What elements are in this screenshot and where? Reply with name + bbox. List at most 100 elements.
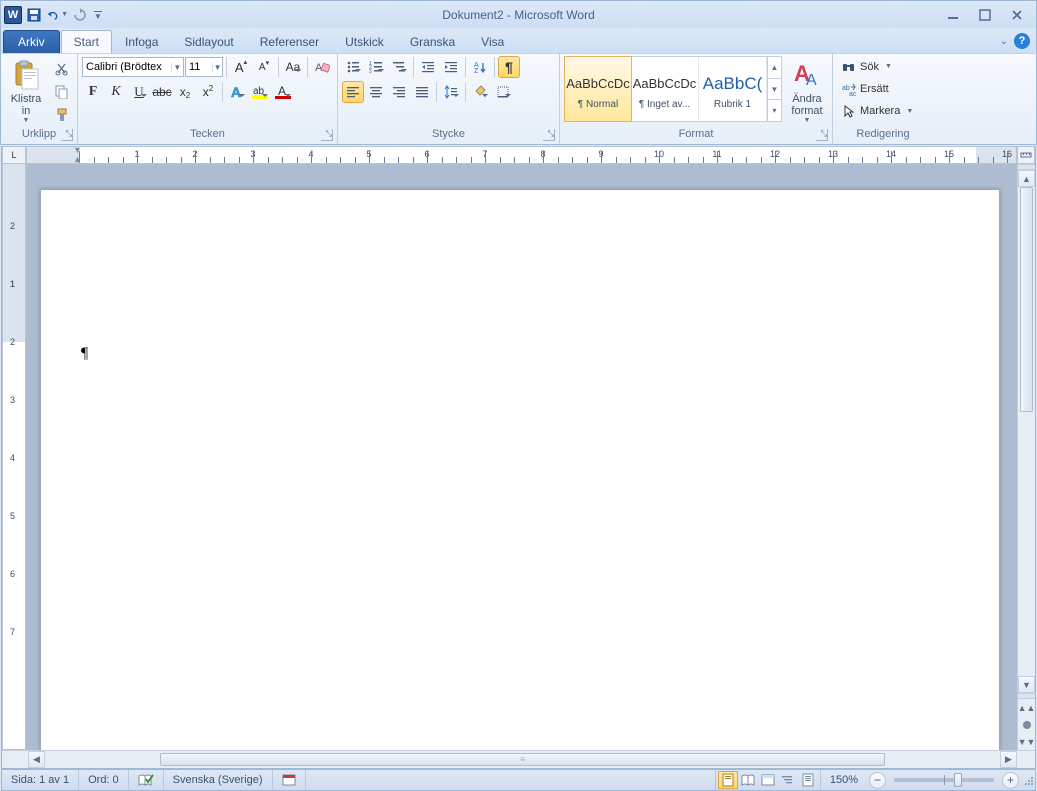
scroll-down-button[interactable]: ▼ <box>1018 676 1035 693</box>
italic-button[interactable]: K <box>105 81 127 103</box>
cut-button[interactable] <box>51 58 73 80</box>
shading-button[interactable] <box>469 81 491 103</box>
vscroll-thumb[interactable] <box>1020 187 1033 412</box>
grow-font-button[interactable]: A▴ <box>230 56 252 78</box>
highlight-button[interactable]: ab <box>249 81 271 103</box>
scroll-left-button[interactable]: ◀ <box>28 751 45 768</box>
gallery-up-button[interactable]: ▲ <box>768 57 781 79</box>
text-effects-button[interactable]: A <box>226 81 248 103</box>
styles-launcher[interactable]: ⤡ <box>816 129 828 141</box>
select-button[interactable]: Markera ▼ <box>837 101 918 121</box>
zoom-in-button[interactable]: + <box>1002 772 1019 789</box>
word-app-icon[interactable]: W <box>4 6 22 24</box>
undo-button[interactable]: ▼ <box>46 4 68 26</box>
page-status[interactable]: Sida: 1 av 1 <box>2 770 79 790</box>
minimize-ribbon-button[interactable]: ⌄ <box>1000 36 1008 47</box>
vertical-ruler[interactable]: 123456721 <box>2 164 26 750</box>
qat-customize-button[interactable]: ▼ <box>92 4 104 26</box>
resize-grip[interactable] <box>1021 774 1035 786</box>
tab-utskick[interactable]: Utskick <box>332 30 397 53</box>
increase-indent-button[interactable] <box>440 56 462 78</box>
maximize-button[interactable] <box>974 7 996 23</box>
font-color-button[interactable]: A <box>272 81 294 103</box>
font-launcher[interactable]: ⤡ <box>321 129 333 141</box>
web-layout-view-button[interactable] <box>758 771 778 789</box>
tab-referenser[interactable]: Referenser <box>247 30 332 53</box>
format-painter-button[interactable] <box>51 104 73 126</box>
gallery-scrollbar[interactable]: ▲ ▼ ▾ <box>767 57 781 121</box>
tab-sidlayout[interactable]: Sidlayout <box>171 30 246 53</box>
help-button[interactable]: ? <box>1014 33 1030 49</box>
tab-visa[interactable]: Visa <box>468 30 517 53</box>
shrink-font-button[interactable]: A▾ <box>253 56 275 78</box>
change-case-button[interactable]: Aa <box>282 56 304 78</box>
underline-button[interactable]: U <box>128 81 150 103</box>
style-item[interactable]: AaBbCcDc¶ Normal <box>564 56 632 122</box>
print-layout-view-button[interactable] <box>718 771 738 789</box>
zoom-slider[interactable] <box>894 778 994 782</box>
borders-button[interactable] <box>492 81 514 103</box>
style-item[interactable]: AaBbC(Rubrik 1 <box>699 57 767 121</box>
gallery-down-button[interactable]: ▼ <box>768 79 781 101</box>
clipboard-launcher[interactable]: ⤡ <box>61 129 73 141</box>
document-area[interactable]: ¶ <box>26 164 1017 750</box>
select-browse-object-button[interactable] <box>1018 716 1035 733</box>
sort-button[interactable]: AZ <box>469 56 491 78</box>
superscript-button[interactable]: x2 <box>197 81 219 103</box>
styles-gallery[interactable]: AaBbCcDc¶ NormalAaBbCcDc¶ Inget av...AaB… <box>564 56 782 122</box>
prev-page-button[interactable]: ▲▲ <box>1018 699 1035 716</box>
bullets-button[interactable] <box>342 56 364 78</box>
word-count[interactable]: Ord: 0 <box>79 770 129 790</box>
align-left-button[interactable] <box>342 81 364 103</box>
clear-formatting-button[interactable]: A <box>311 56 333 78</box>
vertical-scrollbar[interactable]: ▲ ▼ ▲▲ ▼▼ <box>1017 164 1035 750</box>
show-paragraph-marks-button[interactable]: ¶ <box>498 56 520 78</box>
tab-selector[interactable]: L <box>2 146 26 164</box>
draft-view-button[interactable] <box>798 771 818 789</box>
redo-button[interactable] <box>69 4 91 26</box>
justify-button[interactable] <box>411 81 433 103</box>
zoom-level[interactable]: 150% <box>821 770 867 790</box>
paste-button[interactable]: Klistra in ▼ <box>5 56 47 127</box>
change-styles-button[interactable]: AA Ändra format ▼ <box>786 56 828 127</box>
subscript-button[interactable]: x2 <box>174 81 196 103</box>
align-center-button[interactable] <box>365 81 387 103</box>
zoom-out-button[interactable]: − <box>869 772 886 789</box>
page[interactable]: ¶ <box>40 189 1000 750</box>
font-size-combo[interactable]: ▼ <box>185 57 223 77</box>
bold-button[interactable]: F <box>82 81 104 103</box>
gallery-more-button[interactable]: ▾ <box>768 100 781 121</box>
language-status[interactable]: Svenska (Sverige) <box>164 770 273 790</box>
copy-button[interactable] <box>51 81 73 103</box>
font-size-input[interactable] <box>186 61 212 73</box>
font-name-input[interactable] <box>83 61 171 73</box>
close-button[interactable] <box>1006 7 1028 23</box>
line-spacing-button[interactable] <box>440 81 462 103</box>
font-name-combo[interactable]: ▼ <box>82 57 184 77</box>
ruler-toggle-button[interactable] <box>1017 146 1035 164</box>
paragraph-launcher[interactable]: ⤡ <box>543 129 555 141</box>
numbering-button[interactable]: 123 <box>365 56 387 78</box>
scroll-right-button[interactable]: ▶ <box>1000 751 1017 768</box>
spellcheck-status[interactable] <box>129 770 164 790</box>
horizontal-scrollbar[interactable]: ◀ ≡ ▶ <box>2 750 1035 768</box>
style-item[interactable]: AaBbCcDc¶ Inget av... <box>631 57 699 121</box>
tab-infoga[interactable]: Infoga <box>112 30 171 53</box>
align-right-button[interactable] <box>388 81 410 103</box>
hscroll-thumb[interactable]: ≡ <box>160 753 886 766</box>
next-page-button[interactable]: ▼▼ <box>1018 733 1035 750</box>
minimize-button[interactable] <box>942 7 964 23</box>
strikethrough-button[interactable]: abc <box>151 81 173 103</box>
tab-granska[interactable]: Granska <box>397 30 468 53</box>
outline-view-button[interactable] <box>778 771 798 789</box>
decrease-indent-button[interactable] <box>417 56 439 78</box>
multilevel-list-button[interactable] <box>388 56 410 78</box>
zoom-slider-handle[interactable] <box>954 773 962 787</box>
scroll-up-button[interactable]: ▲ <box>1018 170 1035 187</box>
tab-start[interactable]: Start <box>61 30 112 53</box>
file-tab[interactable]: Arkiv <box>3 30 60 53</box>
find-button[interactable]: Sök ▼ <box>837 57 918 77</box>
fullscreen-reading-view-button[interactable] <box>738 771 758 789</box>
replace-button[interactable]: abac Ersätt <box>837 79 918 99</box>
macro-status[interactable] <box>273 770 306 790</box>
